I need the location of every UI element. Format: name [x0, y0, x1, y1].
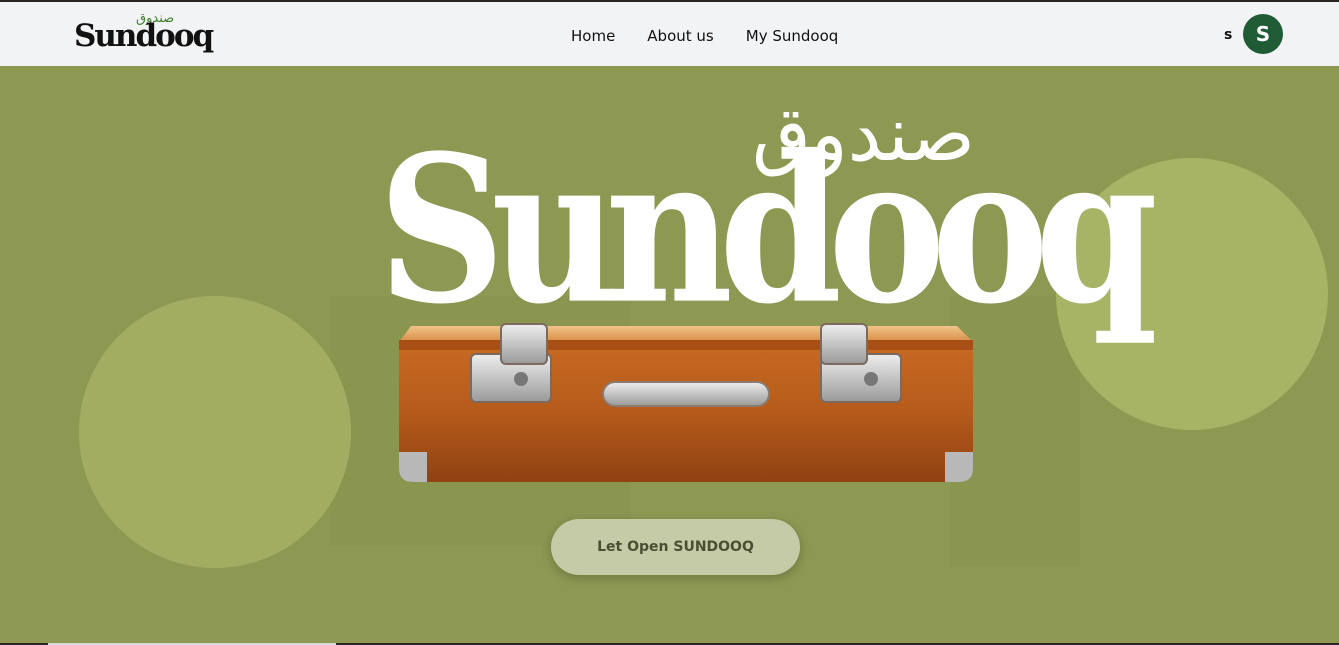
hero-section: صندوق Sundooq Let Open SUNDOOQ [0, 66, 1339, 643]
site-logo[interactable]: صندوق Sundooq [74, 11, 214, 58]
suitcase-icon [399, 323, 973, 482]
nav-link-home[interactable]: Home [571, 24, 615, 48]
main-nav: Home About us My Sundooq [571, 24, 870, 48]
nav-link-my-sundooq[interactable]: My Sundooq [746, 24, 839, 48]
avatar[interactable]: S [1243, 14, 1283, 54]
logo-text: Sundooq [74, 18, 214, 54]
open-sundooq-button[interactable]: Let Open SUNDOOQ [551, 519, 800, 575]
decorative-circle-left [79, 296, 351, 568]
user-name[interactable]: s [1224, 27, 1232, 43]
nav-link-about-us[interactable]: About us [647, 24, 713, 48]
top-navbar: صندوق Sundooq Home About us My Sundooq s… [0, 2, 1339, 67]
